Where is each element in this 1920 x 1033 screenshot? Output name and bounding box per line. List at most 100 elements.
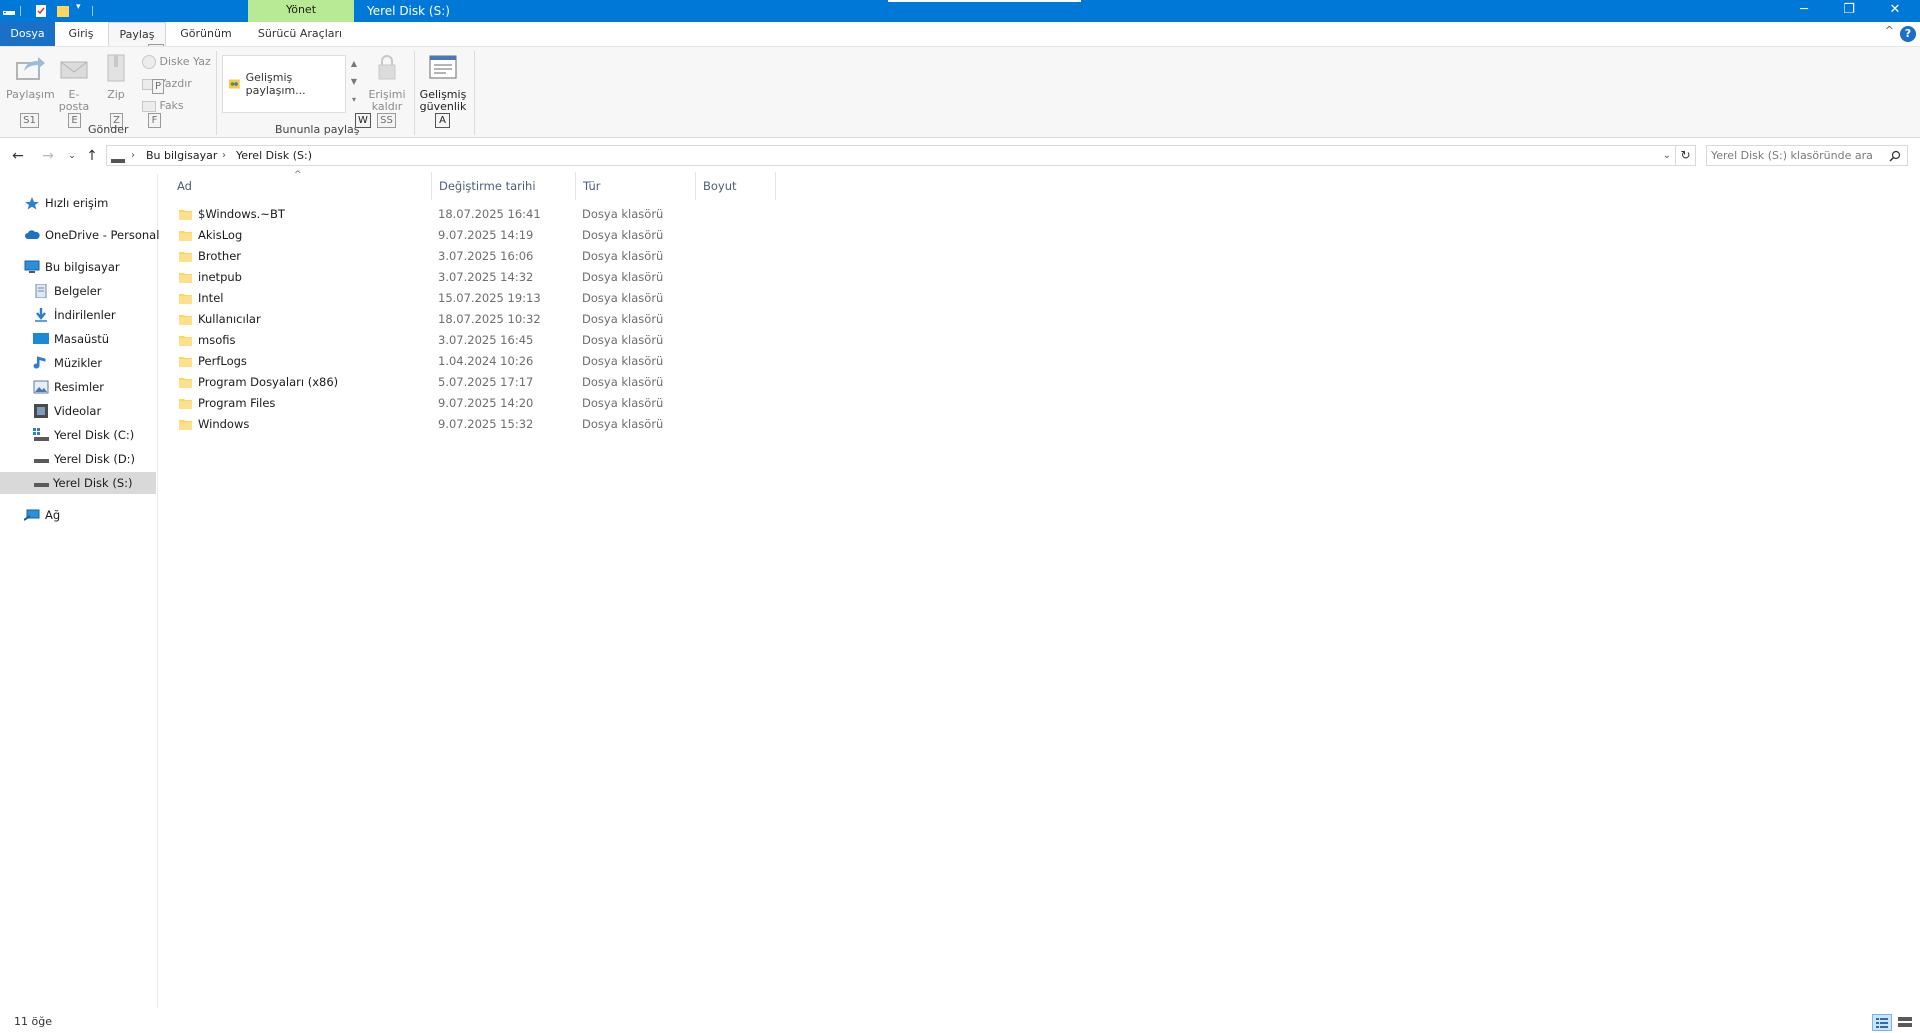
nav-item-downloads[interactable]: İndirilenler [33, 304, 155, 326]
file-name: Program Dosyaları (x86) [198, 375, 339, 389]
column-header-type[interactable]: Tür [576, 172, 696, 200]
refresh-icon[interactable]: ↻ [1676, 145, 1696, 166]
properties-icon[interactable] [34, 3, 48, 19]
table-row[interactable]: $Windows.~BT 18.07.2025 16:41 Dosya klasör… [170, 204, 780, 225]
navigation-row: ← → ⌄ ↑ › Bu bilgisayar › Yerel Disk (S:… [0, 143, 1920, 169]
tab-file[interactable]: Dosya [0, 22, 55, 46]
nav-item-drive-c[interactable]: Yerel Disk (C:) [33, 424, 155, 446]
group-separator [414, 51, 415, 135]
burn-label: Diske Yaz [159, 55, 211, 68]
modified-date: 3.07.2025 14:32 [438, 270, 534, 284]
breadcrumb-current-drive[interactable]: Yerel Disk (S:) [236, 146, 312, 165]
address-bar[interactable]: › Bu bilgisayar › Yerel Disk (S:) ⌄ [106, 145, 1676, 166]
quick-access-dropdown-icon[interactable]: ▾ [76, 2, 81, 18]
nav-item-drive-s[interactable]: Yerel Disk (S:) [0, 472, 156, 494]
up-arrow-icon[interactable]: ↑ [82, 146, 102, 166]
nav-item-network[interactable]: Ağ [24, 504, 154, 526]
maximize-button[interactable]: ❐ [1826, 0, 1872, 22]
forward-arrow-icon[interactable]: → [38, 146, 58, 166]
email-keytip: E [68, 113, 81, 128]
folder-icon [179, 252, 192, 262]
divider [92, 6, 93, 16]
drive-icon[interactable] [2, 3, 16, 19]
chevron-right-icon[interactable]: › [222, 146, 226, 165]
back-arrow-icon[interactable]: ← [8, 146, 28, 166]
file-type: Dosya klasörü [582, 228, 664, 242]
nav-item-onedrive[interactable]: OneDrive - Personal [24, 224, 159, 246]
advanced-security-keytip: A [435, 113, 450, 128]
large-icons-view-button[interactable] [1896, 1014, 1916, 1031]
table-row[interactable]: Program Files 9.07.2025 14:20 Dosya klasör… [170, 393, 780, 414]
search-box[interactable] [1706, 145, 1908, 166]
table-row[interactable]: Intel 15.07.2025 19:13 Dosya klasörü [170, 288, 780, 309]
nav-item-this-pc[interactable]: Bu bilgisayar [24, 256, 154, 278]
print-button[interactable]: Yazdır [142, 76, 192, 92]
table-row[interactable]: Windows 9.07.2025 15:32 Dosya klasörü [170, 414, 780, 435]
table-row[interactable]: msofis 3.07.2025 16:45 Dosya klasörü [170, 330, 780, 351]
tab-drive-tools[interactable]: Sürücü Araçları [250, 22, 350, 46]
minimize-button[interactable]: ─ [1781, 0, 1827, 22]
folder-icon [179, 315, 192, 325]
modified-date: 9.07.2025 14:19 [438, 228, 534, 242]
table-row[interactable]: Brother 3.07.2025 16:06 Dosya klasörü [170, 246, 780, 267]
table-row[interactable]: inetpub 3.07.2025 14:32 Dosya klasörü [170, 267, 780, 288]
nav-item-desktop[interactable]: Masaüstü [33, 328, 155, 350]
fax-button[interactable]: Faks [142, 98, 184, 114]
ribbon-collapse-icon[interactable]: ^ [1885, 24, 1894, 37]
navigation-pane: Hızlı erişim OneDrive - Personal Bu bilg… [0, 174, 159, 1008]
nav-item-drive-d[interactable]: Yerel Disk (D:) [33, 448, 155, 470]
advanced-security-button[interactable]: Gelişmiş güvenlik [418, 53, 468, 113]
burn-button[interactable]: Diske Yaz [142, 54, 211, 70]
download-icon [35, 308, 47, 322]
new-folder-icon[interactable] [56, 3, 70, 19]
table-row[interactable]: Kullanıcılar 18.07.2025 10:32 Dosya klasör… [170, 309, 780, 330]
nav-item-quick-access[interactable]: Hızlı erişim [24, 192, 154, 214]
remove-access-button[interactable]: Erişimi kaldır [366, 53, 408, 113]
help-icon[interactable]: ? [1900, 26, 1916, 42]
search-input[interactable] [1707, 146, 1883, 165]
table-row[interactable]: AkisLog 9.07.2025 14:19 Dosya klasörü [170, 225, 780, 246]
table-row[interactable]: PerfLogs 1.04.2024 10:26 Dosya klasörü [170, 351, 780, 372]
context-tab-manage[interactable]: Yönet [248, 0, 354, 22]
recent-locations-icon[interactable]: ⌄ [62, 146, 82, 166]
table-row[interactable]: Program Dosyaları (x86) 5.07.2025 17:17 Do… [170, 372, 780, 393]
music-icon [33, 356, 46, 369]
details-view-button[interactable] [1872, 1014, 1892, 1031]
column-header-date[interactable]: Değiştirme tarihi [432, 172, 576, 200]
tab-view[interactable]: Görünüm [170, 22, 242, 46]
details-view-icon [1876, 1018, 1888, 1028]
windows-drive-icon [33, 428, 49, 441]
zip-button[interactable]: Zip [100, 53, 132, 101]
tab-home[interactable]: Giriş [56, 22, 106, 46]
column-header-size[interactable]: Boyut [696, 172, 776, 200]
file-type: Dosya klasörü [582, 291, 664, 305]
tab-share[interactable]: Paylaş [108, 22, 166, 46]
breadcrumb-this-pc[interactable]: Bu bilgisayar [146, 146, 217, 165]
gallery-down-icon[interactable]: ▼ [348, 73, 360, 91]
share-button[interactable]: Paylaşım [6, 53, 55, 101]
chevron-right-icon[interactable]: › [131, 146, 135, 165]
title-highlight [888, 0, 1081, 2]
ribbon-tab-row: Dosya Giriş Paylaş B Görünüm Sürücü Araç… [0, 22, 1920, 59]
drive-icon [111, 152, 125, 171]
nav-item-pictures[interactable]: Resimler [33, 376, 155, 398]
nav-item-music[interactable]: Müzikler [33, 352, 155, 374]
nav-item-documents[interactable]: Belgeler [33, 280, 155, 302]
folder-icon [179, 336, 192, 346]
close-button[interactable]: ✕ [1872, 0, 1918, 22]
gallery-more-icon[interactable]: ▾ [348, 91, 360, 109]
folder-icon [179, 273, 192, 283]
disc-icon [142, 55, 156, 69]
folder-icon [179, 399, 192, 409]
chevron-down-icon[interactable]: ⌄ [1663, 146, 1671, 165]
gallery-scroll[interactable]: ▲ ▼ ▾ [348, 55, 360, 113]
column-header-name[interactable]: Ad [170, 172, 432, 200]
gallery-up-icon[interactable]: ▲ [348, 55, 360, 73]
drive-icon [34, 459, 49, 463]
nav-item-videos[interactable]: Videolar [33, 400, 155, 422]
advanced-sharing-item[interactable]: Gelişmiş paylaşım... [228, 71, 345, 97]
share-icon [6, 53, 54, 86]
email-button[interactable]: E- posta [58, 53, 90, 113]
item-count: 11 öğe [14, 1015, 52, 1028]
search-icon[interactable] [1889, 150, 1901, 162]
